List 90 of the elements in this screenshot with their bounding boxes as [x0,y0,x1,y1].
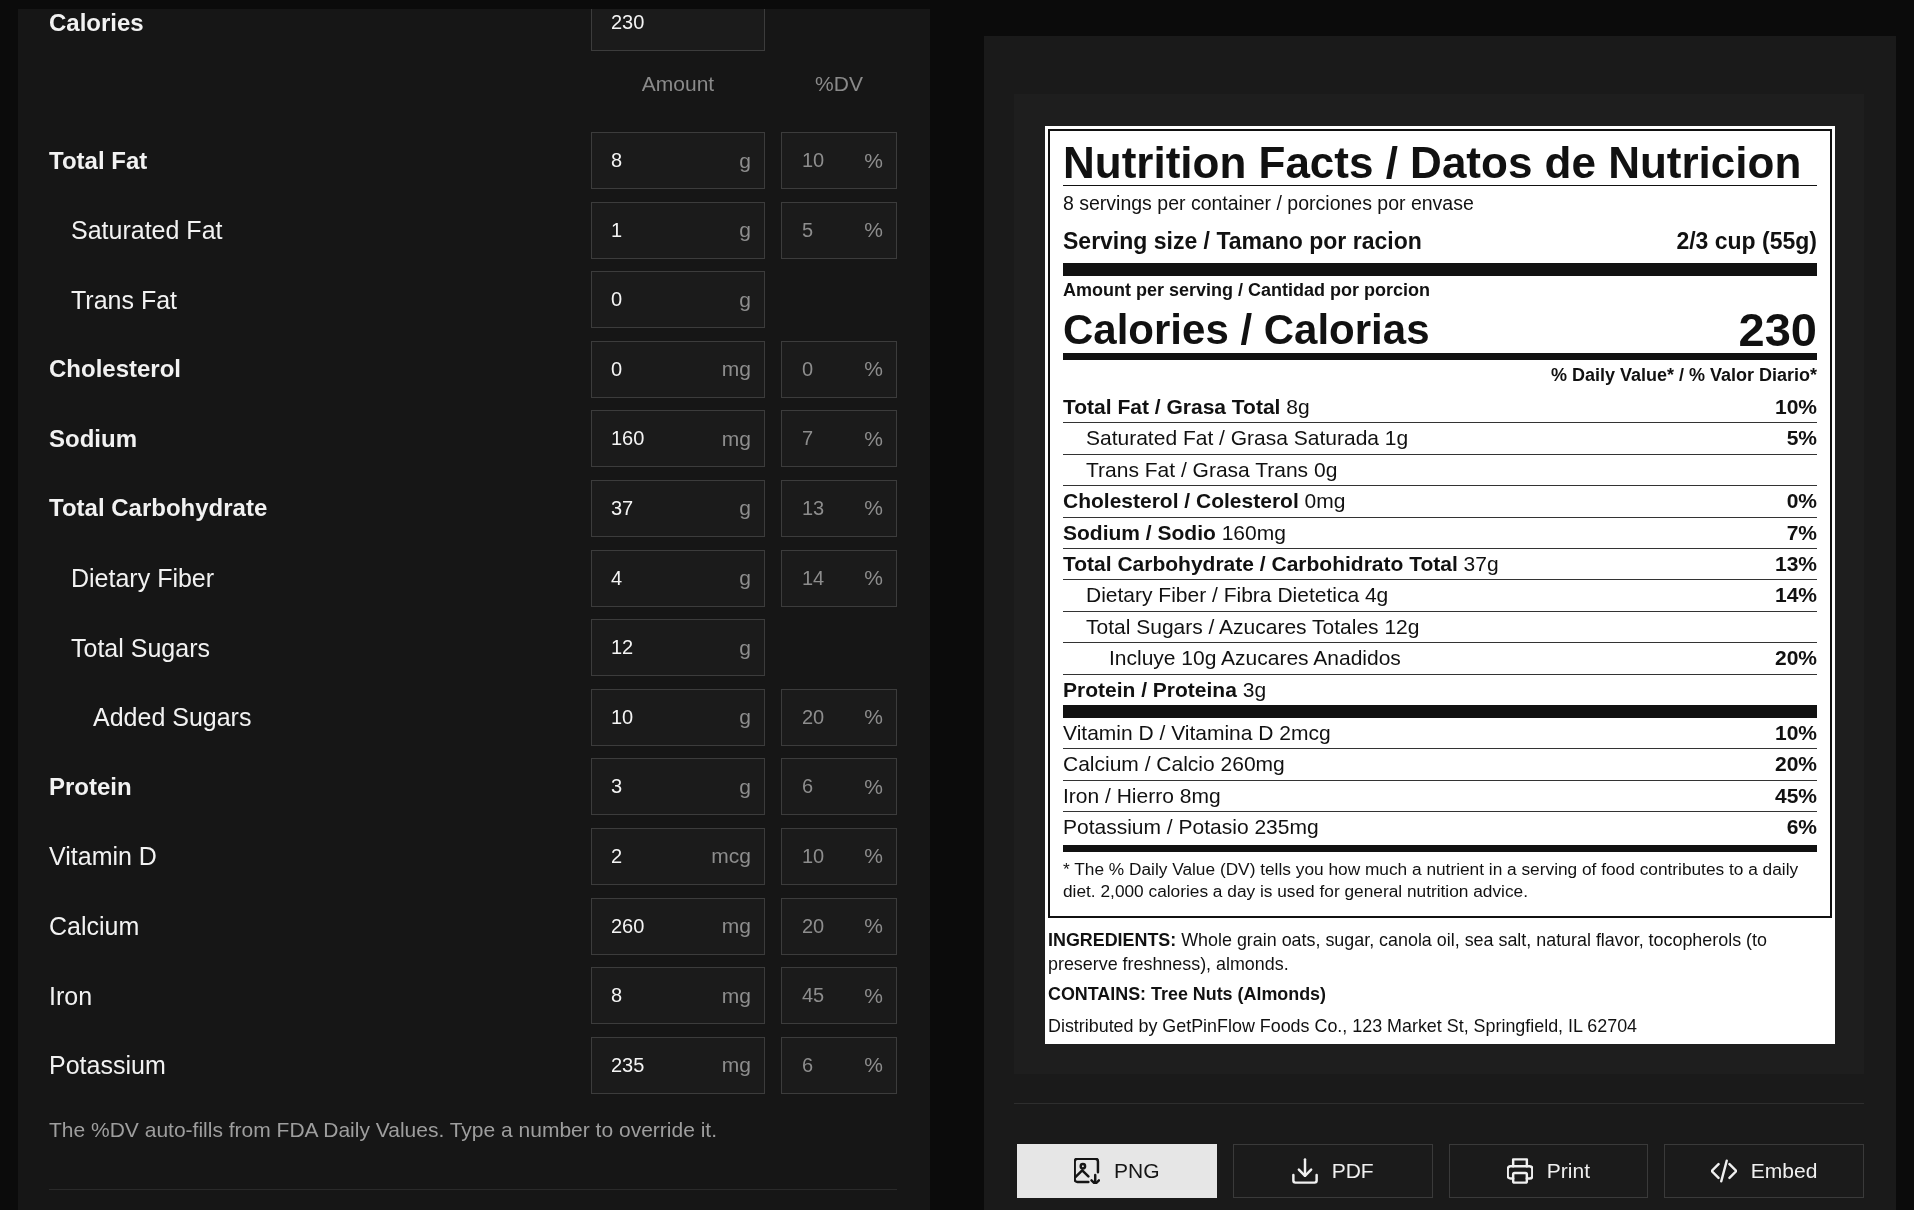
daily-value-text: 14% [1774,582,1817,609]
unit-label: mg [721,914,751,939]
nutrient-text: Trans Fat / Grasa Trans 0g [1086,456,1338,483]
unit-label: % [864,705,883,730]
unit-label: % [864,914,883,939]
nutrient-text: Sodium / Sodio 160mg [1063,519,1286,546]
export-button[interactable]: PNG [1017,1143,1217,1198]
nutrient-label: Total Sugars [71,632,210,663]
unit-label: mg [721,1053,751,1078]
nutrient-text: Vitamin D / Vitamina D 2mcg [1063,720,1331,747]
unit-label: mg [721,357,751,382]
code-icon [1710,1157,1737,1184]
unit-label: % [864,148,883,173]
nutrient-label: Protein [49,771,132,802]
nutrient-text: Total Fat / Grasa Total 8g [1063,394,1310,420]
export-button[interactable]: Print [1448,1143,1649,1198]
nutrient-label: Calcium [49,911,140,942]
daily-value-text: 6% [1786,814,1817,841]
nutrient-label: Cholesterol [49,354,182,385]
daily-value-text: 7% [1786,519,1817,546]
unit-label: % [864,1053,883,1078]
unit-label: % [864,774,883,799]
unit-label: g [739,566,751,591]
servings-text: 8 servings per container / porciones por envase [1063,192,1474,214]
nutrient-text: Calcium / Calcio 260mg [1063,751,1285,778]
nutrient-text: Dietary Fiber / Fibra Dietetica 4g [1086,582,1389,609]
nutrient-text: Incluye 10g Azucares Anadidos [1109,645,1401,672]
column-header: %DV [815,72,863,96]
download-icon [1291,1157,1318,1184]
unit-label: g [739,774,751,799]
unit-label: g [739,635,751,660]
allergen-text: CONTAINS: Tree Nuts (Almonds) [1048,982,1326,1006]
unit-label: g [739,705,751,730]
export-button[interactable]: PDF [1232,1143,1433,1198]
unit-label: g [739,496,751,521]
unit-label: % [864,426,883,451]
daily-value-text: 13% [1774,551,1817,578]
nutrient-label: Saturated Fat [71,215,223,246]
nutrient-label: Calories [49,9,144,38]
nutrient-text: Cholesterol / Colesterol 0mg [1063,488,1346,515]
unit-label: % [864,357,883,382]
unit-label: % [864,566,883,591]
unit-label: mg [721,426,751,451]
nutrient-text: Total Sugars / Azucares Totales 12g [1086,613,1420,640]
column-header: Amount [641,72,715,96]
nutrient-label: Potassium [49,1050,166,1081]
unit-label: % [864,844,883,869]
nutrient-label: Total Fat [49,145,148,176]
nutrient-text: Protein / Proteina 3g [1063,676,1267,703]
daily-value-header: % Daily Value* / % Valor Diario* [1550,364,1817,386]
unit-label: mcg [711,844,751,869]
footnote-text: * The % Daily Value (DV) tells you how much a nutrient in a serving of food contributes to a daily diet. 2,000 calories a day is used for general nutrition advice. [1063,857,1800,902]
unit-label: % [864,218,883,243]
amount-per-serving-text: Amount per serving / Cantidad por porcion [1063,280,1431,300]
daily-value-text: 45% [1774,782,1817,809]
nutrient-label: Added Sugars [93,702,252,733]
image-download-icon [1074,1157,1101,1184]
daily-value-text: 10% [1774,394,1817,420]
help-text: The %DV auto-fills from FDA Daily Values. Type a number to override it. [49,1116,717,1143]
export-button[interactable]: Embed [1664,1143,1864,1198]
daily-value-text: 20% [1774,645,1817,672]
nutrient-text: Total Carbohydrate / Carbohidrato Total 37g [1063,551,1499,578]
nutrient-label: Iron [49,980,93,1011]
unit-label: g [739,287,751,312]
daily-value-text: 10% [1774,720,1817,747]
unit-label: g [739,148,751,173]
unit-label: % [864,496,883,521]
label-title: Nutrition Facts / Datos de Nutricion [1063,141,1817,186]
nutrient-text: Iron / Hierro 8mg [1063,782,1221,809]
nutrient-label: Vitamin D [49,841,157,872]
nutrient-label: Trans Fat [71,284,178,315]
unit-label: % [864,983,883,1008]
serving-size-value: 2/3 cup (55g) [1676,227,1817,255]
printer-icon [1506,1157,1533,1184]
calories-value: 230 [1738,307,1817,353]
calories-field[interactable]: 230 [591,9,765,51]
unit-label: g [739,218,751,243]
serving-size-label: Serving size / Tamano por racion [1063,227,1422,255]
calories-label: Calories / Calorias [1063,307,1430,353]
daily-value-text: 20% [1774,751,1817,778]
nutrient-text: Saturated Fat / Grasa Saturada 1g [1086,425,1409,452]
daily-value-text: 5% [1786,425,1817,452]
unit-label: mg [721,983,751,1008]
daily-value-text: 0% [1786,488,1817,515]
distributor-text: Distributed by GetPinFlow Foods Co., 123 Market St, Springfield, IL 62704 [1048,1014,1638,1038]
ingredients-text: INGREDIENTS: Whole grain oats, sugar, canola oil, sea salt, natural flavor, tocopherols (to preserve freshness), almonds. [1048,928,1768,976]
nutrient-label: Total Carbohydrate [49,493,268,524]
nutrient-label: Sodium [49,423,137,454]
nutrient-text: Potassium / Potasio 235mg [1063,814,1319,841]
nutrient-label: Dietary Fiber [71,563,215,594]
